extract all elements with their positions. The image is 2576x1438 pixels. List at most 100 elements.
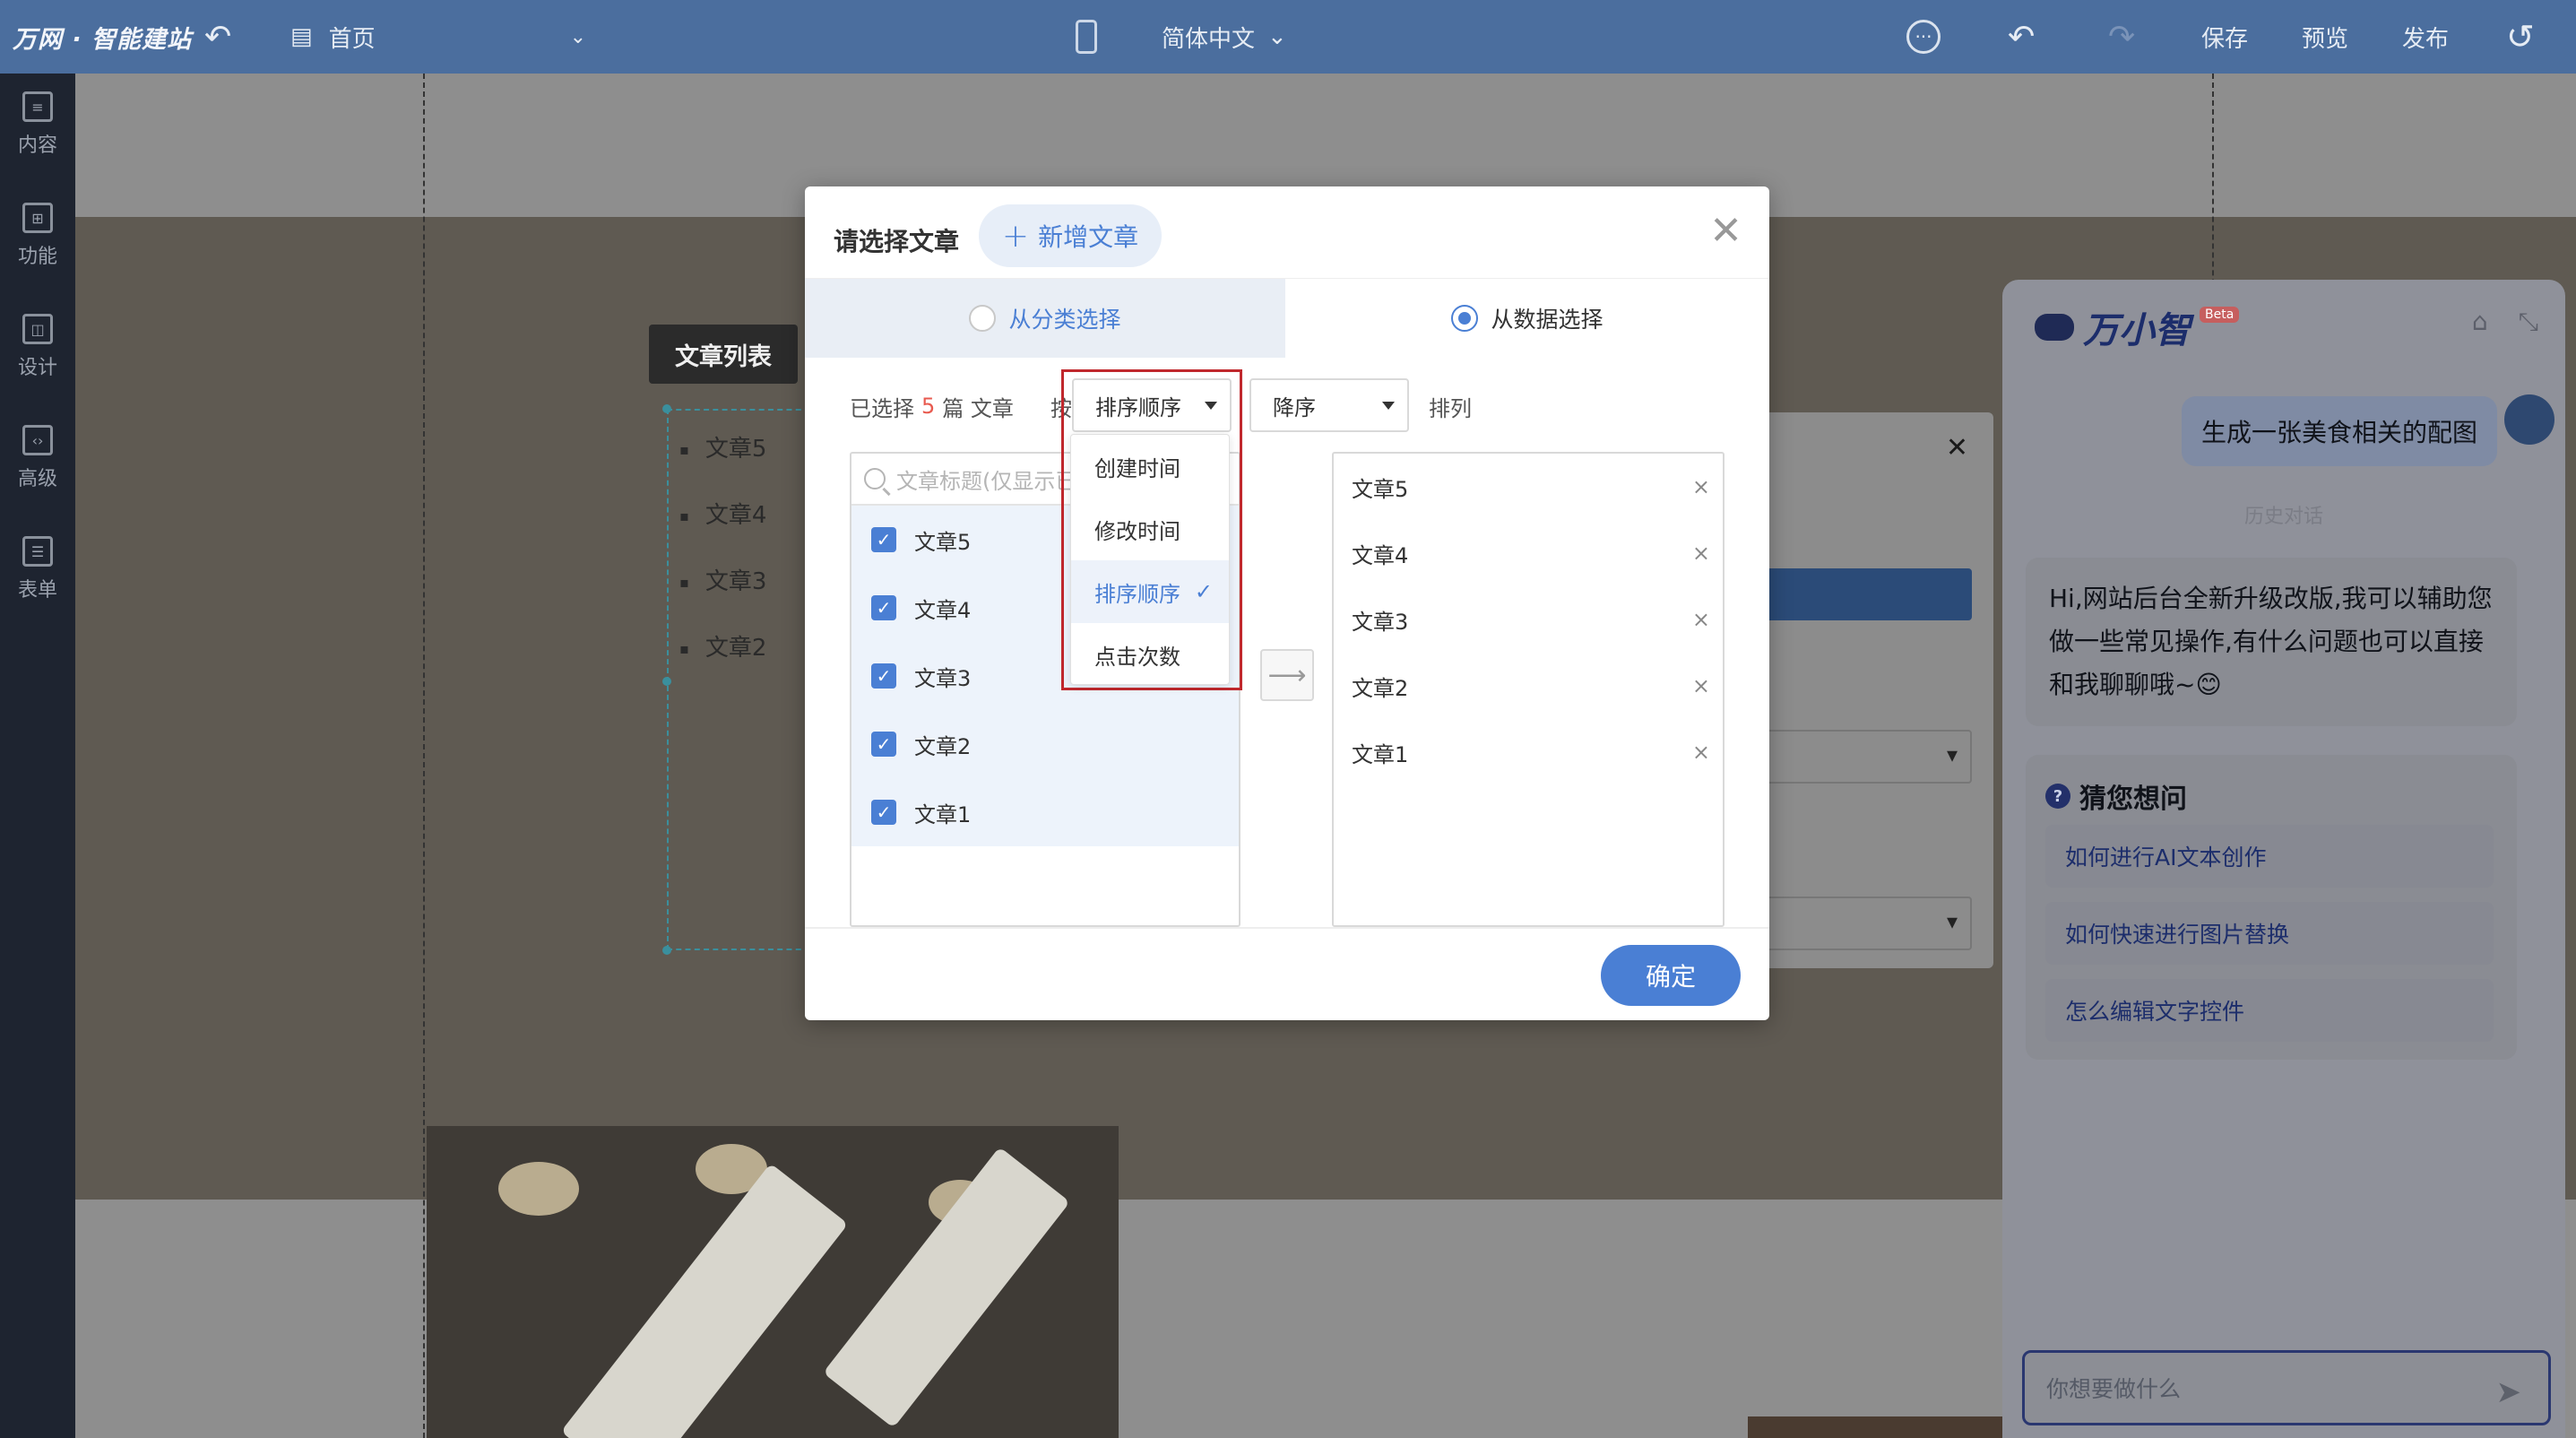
redo-icon[interactable]: ↷: [2108, 0, 2135, 74]
checkbox-checked[interactable]: ✓: [871, 800, 896, 825]
list-item: 文章5 ×: [1352, 474, 1710, 502]
search-icon: [864, 468, 886, 489]
sort-order-select[interactable]: 降序: [1249, 378, 1409, 432]
code-icon: ‹›: [22, 425, 53, 455]
selected-count-text: 已选择 5 篇 文章: [850, 394, 1014, 421]
checkbox-checked[interactable]: ✓: [871, 527, 896, 552]
more-icon[interactable]: ···: [1904, 0, 1943, 74]
page-selector[interactable]: ▤ 首页 ⌄: [290, 0, 595, 74]
mobile-preview-icon[interactable]: [1067, 0, 1106, 74]
dropdown-option-modified-time[interactable]: 修改时间: [1071, 498, 1229, 560]
radio-by-category[interactable]: [969, 305, 997, 332]
suggested-question[interactable]: 怎么编辑文字控件: [2045, 979, 2494, 1042]
check-icon: ✓: [1194, 579, 1213, 604]
list-item: 文章2: [679, 629, 814, 663]
save-button[interactable]: 保存: [2201, 0, 2248, 74]
remove-icon[interactable]: ×: [1692, 541, 1710, 566]
selection-box[interactable]: [667, 409, 810, 950]
remove-icon[interactable]: ×: [1692, 474, 1710, 499]
layout-icon: ◫: [22, 314, 53, 344]
form-icon: ☰: [22, 536, 53, 567]
close-icon[interactable]: ✕: [1946, 432, 1968, 463]
sidebar-item-design[interactable]: ◫ 设计: [0, 314, 75, 380]
ai-chat-input[interactable]: 你想要做什么 ➤: [2022, 1350, 2551, 1425]
top-bar: 万网 · 智能建站 ↶ ▤ 首页 ⌄ 简体中文 ⌄ ··· ↶ ↷ 保存 预览 …: [0, 0, 2576, 74]
selected-article-list: 文章5 × 文章4 × 文章3 × 文章2 × 文章1 ×: [1332, 452, 1725, 927]
remove-icon[interactable]: ×: [1692, 607, 1710, 632]
list-item: 文章3 ×: [1352, 607, 1710, 635]
confirm-button[interactable]: 确定: [1601, 945, 1741, 1006]
page-icon: ▤: [290, 23, 313, 50]
chevron-down-icon: ⌄: [1267, 23, 1287, 50]
arrow-right-icon: ⟶: [1267, 659, 1307, 691]
list-item[interactable]: ✓ 文章1: [851, 778, 1239, 846]
sidebar-item-label: 内容: [17, 134, 57, 157]
checkbox-checked[interactable]: ✓: [871, 732, 896, 757]
preview-button[interactable]: 预览: [2302, 0, 2348, 74]
caret-down-icon: [1382, 402, 1395, 410]
list-item: 文章4: [679, 497, 814, 530]
transfer-arrow-button[interactable]: ⟶: [1260, 649, 1314, 701]
sidebar-item-label: 功能: [17, 246, 57, 268]
dropdown-option-click-count[interactable]: 点击次数: [1071, 623, 1229, 686]
list-item: 文章4 ×: [1352, 541, 1710, 568]
sidebar-item-content[interactable]: ≡ 内容: [0, 91, 75, 158]
list-item: 文章2 ×: [1352, 673, 1710, 701]
chevron-down-icon: ⌄: [569, 25, 586, 48]
sidebar-item-form[interactable]: ☰ 表单: [0, 536, 75, 602]
sidebar-item-label: 表单: [17, 579, 57, 602]
food-image-2[interactable]: [1748, 1416, 2017, 1438]
sidebar-item-label: 高级: [17, 468, 57, 490]
add-article-button[interactable]: + 新增文章: [979, 204, 1162, 267]
article-list-widget-label[interactable]: 文章列表: [649, 325, 798, 384]
grid-icon: ⊞: [22, 203, 53, 233]
bot-message: Hi,网站后台全新升级改版,我可以辅助您做一些常见操作,有什么问题也可以直接和我…: [2026, 558, 2517, 726]
avatar: [2504, 394, 2554, 445]
publish-button[interactable]: 发布: [2402, 0, 2449, 74]
dialog-footer: 确定: [805, 927, 1769, 1020]
sort-controls: 已选择 5 篇 文章 按 排序顺序 降序 排列: [805, 375, 1769, 437]
radio-by-data[interactable]: [1451, 305, 1479, 332]
undo-icon[interactable]: ↶: [2008, 0, 2035, 74]
list-item[interactable]: ✓ 文章2: [851, 710, 1239, 778]
checkbox-checked[interactable]: ✓: [871, 663, 896, 689]
list-item: 文章1 ×: [1352, 740, 1710, 767]
document-icon: ≡: [22, 91, 53, 122]
sidebar-item-advanced[interactable]: ‹› 高级: [0, 425, 75, 491]
suggested-questions-title: 猜您想问: [2079, 784, 2187, 815]
app-logo: 万网 · 智能建站: [13, 25, 193, 54]
tab-by-data[interactable]: 从数据选择: [1285, 279, 1769, 358]
history-icon[interactable]: ↺: [2506, 0, 2535, 74]
clear-icon[interactable]: ⌂: [2472, 307, 2488, 337]
tab-by-category[interactable]: 从分类选择: [805, 279, 1285, 358]
robot-icon: [2035, 314, 2074, 341]
suggested-questions: ? 猜您想问 如何进行AI文本创作 如何快速进行图片替换 怎么编辑文字控件: [2026, 755, 2517, 1060]
question-icon: ?: [2045, 784, 2070, 809]
collapse-icon[interactable]: ⤡: [2519, 307, 2538, 337]
history-link[interactable]: 历史对话: [2002, 500, 2565, 529]
send-icon[interactable]: ➤: [2496, 1374, 2522, 1410]
dialog-title: 请选择文章: [834, 227, 960, 256]
back-icon[interactable]: ↶: [204, 0, 231, 74]
list-item: 文章3: [679, 563, 814, 596]
dropdown-option-created-time[interactable]: 创建时间: [1071, 435, 1229, 498]
language-selector[interactable]: 简体中文 ⌄: [1162, 0, 1287, 74]
sidebar-item-label: 设计: [17, 357, 57, 379]
sidebar-item-function[interactable]: ⊞ 功能: [0, 203, 75, 269]
food-image[interactable]: [427, 1126, 1119, 1438]
checkbox-checked[interactable]: ✓: [871, 595, 896, 620]
select-article-dialog: 请选择文章 + 新增文章 ✕ 从分类选择 从数据选择 已选择 5 篇 文章 按 …: [805, 186, 1769, 1020]
language-label: 简体中文: [1162, 25, 1256, 53]
user-message: 生成一张美食相关的配图: [2181, 396, 2497, 466]
sort-field-dropdown: 创建时间 修改时间 排序顺序 ✓ 点击次数: [1070, 434, 1230, 685]
arrange-label: 排列: [1429, 395, 1472, 421]
dropdown-option-sort-order[interactable]: 排序顺序 ✓: [1071, 560, 1229, 623]
left-sidebar: ≡ 内容 ⊞ 功能 ◫ 设计 ‹› 高级 ☰ 表单: [0, 74, 75, 1438]
suggested-question[interactable]: 如何快速进行图片替换: [2045, 902, 2494, 965]
suggested-question[interactable]: 如何进行AI文本创作: [2045, 825, 2494, 888]
ai-logo: 万小智 Beta: [2035, 301, 2240, 353]
plus-icon: +: [1001, 217, 1030, 255]
remove-icon[interactable]: ×: [1692, 740, 1710, 765]
close-icon[interactable]: ✕: [1709, 208, 1742, 254]
remove-icon[interactable]: ×: [1692, 673, 1710, 698]
